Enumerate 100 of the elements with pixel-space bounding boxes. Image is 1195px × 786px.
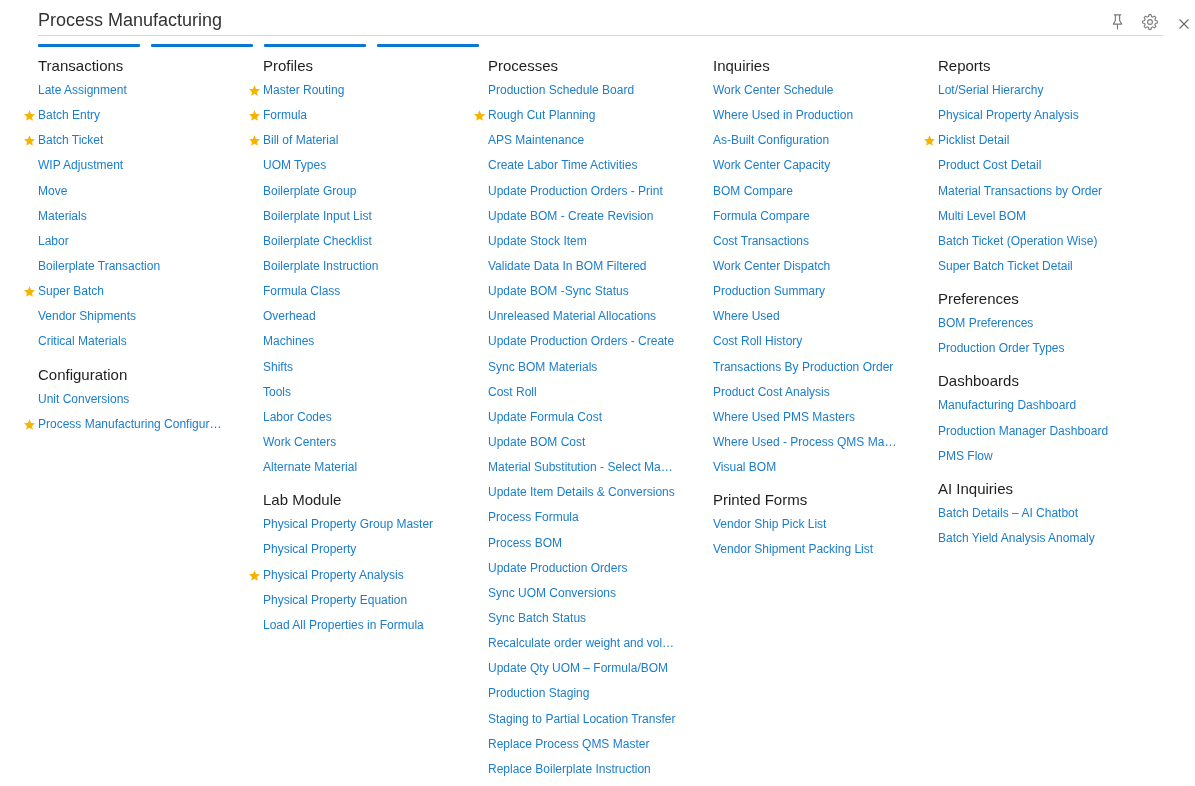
menu-link[interactable]: Update BOM - Create Revision bbox=[488, 208, 654, 224]
menu-link[interactable]: Work Center Schedule bbox=[713, 83, 834, 99]
menu-link[interactable]: Critical Materials bbox=[38, 334, 127, 350]
menu-link[interactable]: Sync BOM Materials bbox=[488, 359, 598, 375]
menu-link[interactable]: Visual BOM bbox=[713, 460, 777, 476]
menu-link[interactable]: Update Formula Cost bbox=[488, 409, 603, 425]
menu-link[interactable]: Unreleased Material Allocations bbox=[488, 309, 657, 325]
menu-link[interactable]: Bill of Material bbox=[263, 133, 339, 149]
menu-link[interactable]: Production Manager Dashboard bbox=[938, 423, 1109, 439]
menu-link[interactable]: Boilerplate Checklist bbox=[263, 233, 372, 249]
menu-link[interactable]: Move bbox=[38, 183, 68, 199]
menu-link[interactable]: Work Center Capacity bbox=[713, 158, 831, 174]
menu-link[interactable]: Cost Transactions bbox=[713, 233, 810, 249]
menu-link[interactable]: Materials bbox=[38, 208, 87, 224]
menu-link[interactable]: Work Centers bbox=[263, 435, 337, 451]
menu-link[interactable]: Vendor Ship Pick List bbox=[713, 517, 827, 533]
menu-link[interactable]: Product Cost Detail bbox=[938, 158, 1042, 174]
menu-link[interactable]: Update Production Orders bbox=[488, 560, 628, 576]
menu-link[interactable]: PMS Flow bbox=[938, 448, 993, 464]
menu-link[interactable]: Tools bbox=[263, 384, 291, 400]
menu-link[interactable]: Product Cost Analysis bbox=[713, 384, 830, 400]
menu-link[interactable]: Formula Compare bbox=[713, 208, 810, 224]
menu-link[interactable]: Update Stock Item bbox=[488, 233, 587, 249]
menu-link[interactable]: Validate Data In BOM Filtered bbox=[488, 259, 647, 275]
menu-link[interactable]: Manufacturing Dashboard bbox=[938, 398, 1077, 414]
menu-link[interactable]: Boilerplate Transaction bbox=[38, 259, 161, 275]
menu-link[interactable]: Batch Yield Analysis Anomaly bbox=[938, 531, 1095, 547]
menu-link[interactable]: Sync Batch Status bbox=[488, 611, 587, 626]
settings-icon[interactable] bbox=[1142, 13, 1158, 30]
menu-link[interactable]: Late Assignment bbox=[38, 83, 127, 99]
menu-link[interactable]: Material Transactions by Order bbox=[938, 183, 1103, 199]
menu-link[interactable]: Labor bbox=[38, 233, 69, 249]
menu-link[interactable]: Boilerplate Input List bbox=[263, 208, 372, 224]
section-heading: Inquiries bbox=[713, 57, 770, 75]
menu-link[interactable]: Update BOM Cost bbox=[488, 435, 586, 451]
menu-link[interactable]: Update Production Orders - Print bbox=[488, 183, 663, 199]
menu-link[interactable]: Where Used in Production bbox=[713, 108, 854, 124]
menu-link[interactable]: Recalculate order weight and vol… bbox=[488, 636, 675, 652]
menu-link[interactable]: Formula bbox=[263, 108, 307, 124]
menu-link[interactable]: Where Used PMS Masters bbox=[713, 409, 856, 425]
menu-link[interactable]: Unit Conversions bbox=[38, 391, 130, 407]
menu-link[interactable]: Cost Roll History bbox=[713, 334, 803, 350]
menu-link[interactable]: BOM Preferences bbox=[938, 316, 1034, 332]
menu-link[interactable]: Boilerplate Instruction bbox=[263, 259, 379, 275]
menu-link[interactable]: Batch Entry bbox=[38, 108, 101, 124]
menu-link[interactable]: BOM Compare bbox=[713, 183, 794, 199]
menu-link[interactable]: Load All Properties in Formula bbox=[263, 617, 424, 633]
menu-link[interactable]: Batch Ticket bbox=[38, 133, 104, 149]
menu-link[interactable]: Process Formula bbox=[488, 510, 579, 526]
menu-link[interactable]: Update BOM -Sync Status bbox=[488, 284, 629, 300]
menu-link[interactable]: Physical Property Group Master bbox=[263, 517, 434, 533]
menu-link[interactable]: Production Order Types bbox=[938, 341, 1065, 357]
menu-link[interactable]: Update Item Details & Conversions bbox=[488, 485, 675, 501]
menu-link[interactable]: Boilerplate Group bbox=[263, 183, 357, 199]
menu-link[interactable]: Physical Property Analysis bbox=[938, 108, 1079, 124]
section-heading: Preferences bbox=[938, 290, 1019, 309]
menu-link[interactable]: Formula Class bbox=[263, 284, 341, 300]
menu-link[interactable]: Process BOM bbox=[488, 535, 562, 551]
menu-link[interactable]: Update Production Orders - Create bbox=[488, 334, 675, 350]
menu-link[interactable]: Production Schedule Board bbox=[488, 83, 635, 99]
menu-link[interactable]: Replace Process QMS Master bbox=[488, 736, 650, 752]
menu-link[interactable]: Process Manufacturing Configur… bbox=[38, 416, 222, 432]
menu-link[interactable]: Replace Boilerplate Instruction bbox=[488, 761, 651, 777]
menu-link[interactable]: Material Substitution - Select Ma… bbox=[488, 460, 673, 476]
menu-link[interactable]: Physical Property Analysis bbox=[263, 567, 404, 583]
menu-link[interactable]: Super Batch bbox=[38, 284, 105, 300]
menu-link[interactable]: Physical Property Equation bbox=[263, 592, 408, 608]
menu-link[interactable]: Vendor Shipments bbox=[38, 309, 137, 325]
menu-link[interactable]: Create Labor Time Activities bbox=[488, 158, 638, 174]
menu-link[interactable]: Lot/Serial Hierarchy bbox=[938, 83, 1044, 99]
menu-link[interactable]: Batch Details – AI Chatbot bbox=[938, 505, 1079, 521]
menu-link[interactable]: Vendor Shipment Packing List bbox=[713, 542, 874, 558]
menu-link[interactable]: Master Routing bbox=[263, 83, 345, 99]
menu-link[interactable]: WIP Adjustment bbox=[38, 158, 124, 174]
menu-link[interactable]: Staging to Partial Location Transfer bbox=[488, 711, 676, 727]
menu-link[interactable]: Rough Cut Planning bbox=[488, 108, 596, 124]
menu-link[interactable]: Multi Level BOM bbox=[938, 208, 1027, 224]
menu-link[interactable]: Alternate Material bbox=[263, 460, 358, 476]
menu-link[interactable]: Physical Property bbox=[263, 542, 357, 558]
menu-link[interactable]: Production Staging bbox=[488, 686, 590, 702]
menu-link[interactable]: Batch Ticket (Operation Wise) bbox=[938, 233, 1098, 249]
menu-link[interactable]: Work Center Dispatch bbox=[713, 259, 831, 275]
menu-link[interactable]: Machines bbox=[263, 334, 315, 350]
menu-link[interactable]: Update Qty UOM – Formula/BOM bbox=[488, 661, 669, 677]
menu-link[interactable]: Cost Roll bbox=[488, 384, 537, 400]
menu-link[interactable]: APS Maintenance bbox=[488, 133, 585, 149]
menu-link[interactable]: Production Summary bbox=[713, 284, 826, 300]
menu-link[interactable]: Where Used - Process QMS Ma… bbox=[713, 435, 897, 451]
close-icon[interactable] bbox=[1179, 18, 1189, 29]
menu-link[interactable]: Picklist Detail bbox=[938, 133, 1010, 149]
menu-link[interactable]: UOM Types bbox=[263, 158, 327, 174]
pin-icon[interactable] bbox=[1112, 13, 1123, 30]
menu-link[interactable]: Sync UOM Conversions bbox=[488, 585, 617, 601]
menu-link[interactable]: Shifts bbox=[263, 359, 293, 375]
menu-link[interactable]: Transactions By Production Order bbox=[713, 359, 894, 375]
menu-link[interactable]: Where Used bbox=[713, 309, 780, 325]
menu-link[interactable]: Labor Codes bbox=[263, 409, 332, 425]
menu-link[interactable]: As-Built Configuration bbox=[713, 133, 830, 149]
menu-link[interactable]: Super Batch Ticket Detail bbox=[938, 259, 1073, 275]
menu-link[interactable]: Overhead bbox=[263, 309, 316, 325]
